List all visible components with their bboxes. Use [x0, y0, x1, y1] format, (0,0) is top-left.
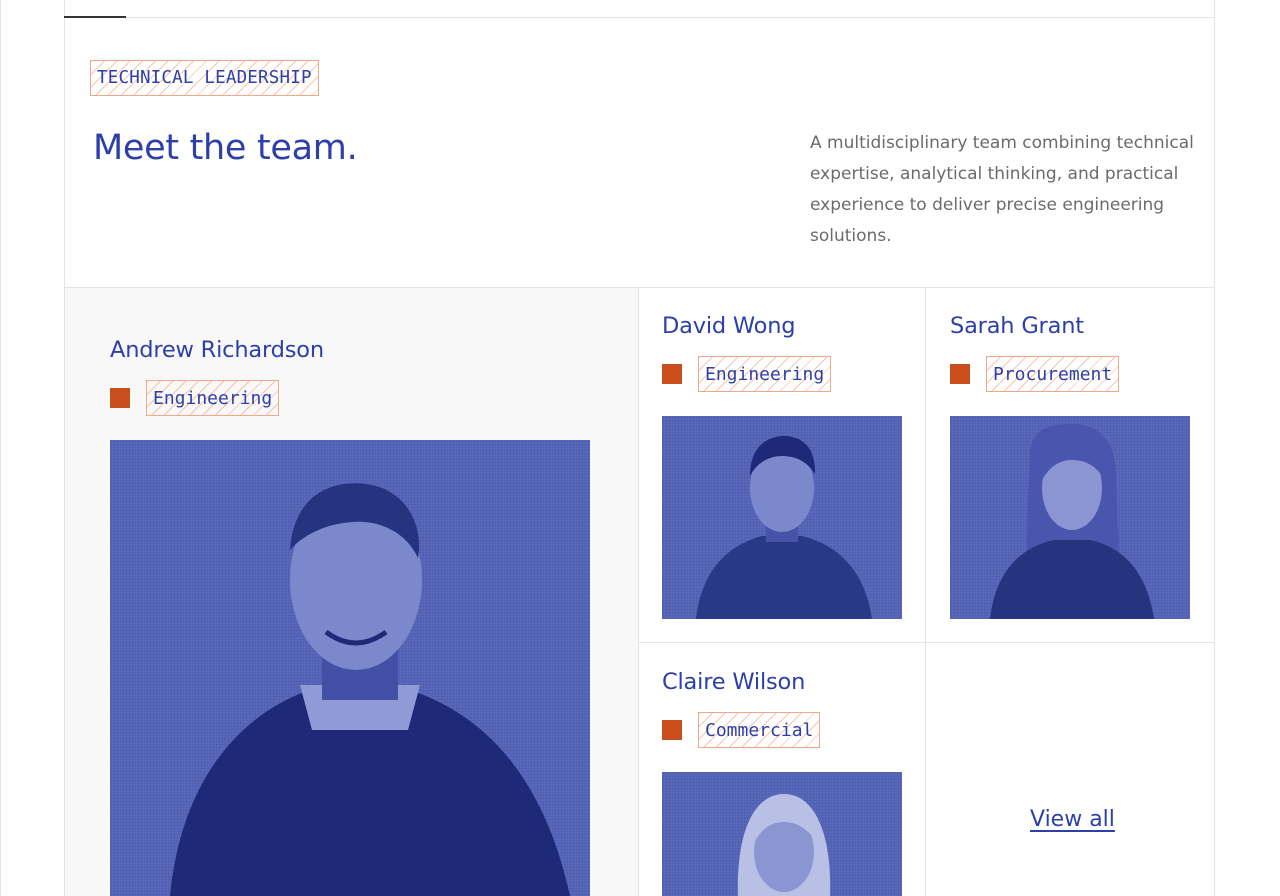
- role-tag: Engineering: [698, 356, 832, 392]
- grid-column-divider: [638, 288, 639, 896]
- role-marker: [662, 720, 682, 740]
- member-name: David Wong: [662, 313, 796, 339]
- role-marker: [662, 364, 682, 384]
- role-marker: [950, 364, 970, 384]
- section-title: Meet the team.: [93, 128, 358, 168]
- member-photo: [110, 440, 590, 896]
- member-name: Sarah Grant: [950, 313, 1084, 339]
- role-tag: Engineering: [146, 380, 280, 416]
- member-name: Andrew Richardson: [110, 337, 324, 363]
- grid-row-divider: [639, 642, 1214, 643]
- member-photo: [662, 772, 902, 896]
- top-divider: [64, 17, 1215, 18]
- grid-column-divider: [925, 288, 926, 896]
- section-eyebrow: TECHNICAL LEADERSHIP: [90, 60, 319, 96]
- member-photo: [662, 416, 902, 619]
- member-photo: [950, 416, 1190, 619]
- role-tag: Procurement: [986, 356, 1120, 392]
- section-intro: A multidisciplinary team combining techn…: [810, 133, 1194, 246]
- view-all-link[interactable]: View all: [1030, 807, 1115, 832]
- page-edge: [0, 0, 1, 896]
- member-name: Claire Wilson: [662, 669, 806, 695]
- top-accent-bar: [64, 16, 126, 18]
- role-marker: [110, 388, 130, 408]
- role-tag: Commercial: [698, 712, 821, 748]
